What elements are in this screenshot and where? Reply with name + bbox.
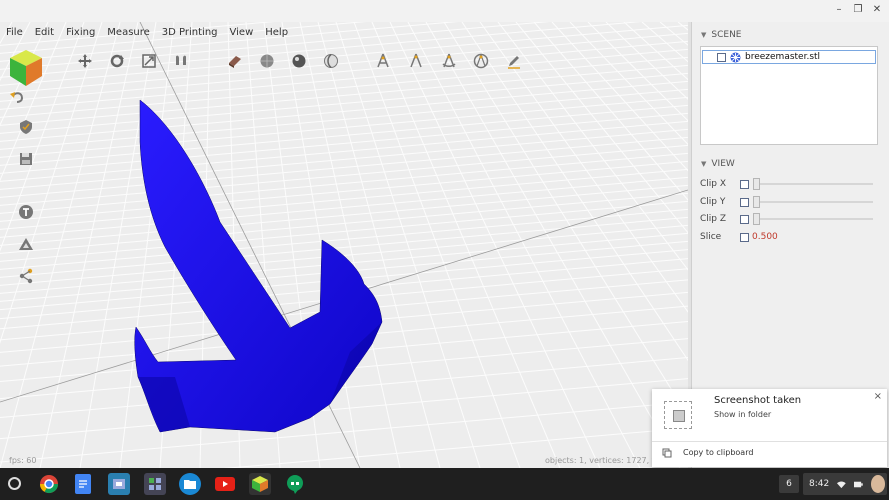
notification-divider [652, 441, 887, 442]
clip-z-label: Clip Z [700, 214, 727, 224]
drive-icon[interactable] [17, 235, 35, 253]
smooth-sphere-icon[interactable] [290, 52, 308, 70]
window-titlebar: – ❐ ✕ [0, 0, 889, 22]
scene-header[interactable]: ▼ SCENE [701, 30, 742, 40]
text-tool-icon[interactable] [17, 203, 35, 221]
chrome-icon[interactable] [38, 473, 60, 495]
rotate-icon[interactable] [108, 52, 126, 70]
menu-3d-printing[interactable]: 3D Printing [156, 24, 224, 42]
view-header[interactable]: ▼ VIEW [701, 159, 735, 169]
measure-radius-icon[interactable] [472, 52, 490, 70]
clip-y-label: Clip Y [700, 197, 726, 207]
mesh-object-icon [730, 52, 741, 62]
clip-y-slider-track[interactable] [758, 201, 873, 203]
wifi-icon [837, 481, 846, 488]
hangouts-icon[interactable] [284, 473, 306, 495]
scene-stats: objects: 1, vertices: 1727, face [545, 456, 669, 465]
slice-value[interactable]: 0.500 [752, 232, 778, 242]
system-tray[interactable]: 8:42 [803, 473, 887, 495]
scene-list: breezemaster.stl [700, 46, 878, 145]
webstore-icon[interactable] [108, 473, 130, 495]
menubar: File Edit Fixing Measure 3D Printing Vie… [0, 24, 294, 42]
files-icon[interactable] [179, 473, 201, 495]
model-breezemaster[interactable] [0, 22, 688, 468]
clip-x-label: Clip X [700, 179, 727, 189]
show-in-folder-link[interactable]: Show in folder [714, 410, 771, 419]
menu-view[interactable]: View [224, 24, 260, 42]
3d-viewport[interactable] [0, 22, 688, 468]
measure-compass-icon[interactable] [440, 52, 458, 70]
slice-label: Slice [700, 232, 722, 242]
mirror-icon[interactable] [172, 52, 190, 70]
scene-item-breezemaster[interactable]: breezemaster.stl [702, 50, 876, 64]
scale-icon[interactable] [140, 52, 158, 70]
slice-row: Slice 0.500 [700, 230, 778, 244]
calculator-icon[interactable] [144, 473, 166, 495]
menu-help[interactable]: Help [259, 24, 294, 42]
save-icon[interactable] [17, 150, 35, 168]
notification-title: Screenshot taken [714, 395, 802, 406]
battery-icon [853, 481, 863, 487]
screenshot-notification[interactable]: Screenshot taken Show in folder × Copy t… [652, 389, 887, 467]
notification-count-badge[interactable]: 6 [779, 475, 799, 493]
collapse-triangle-icon: ▼ [701, 31, 707, 39]
wireframe-sphere-icon[interactable] [322, 52, 340, 70]
clip-y-row: Clip Y [700, 195, 878, 209]
collapse-triangle-icon: ▼ [701, 160, 707, 168]
clip-y-slider-handle[interactable] [753, 196, 760, 208]
fps-counter: fps: 60 [9, 456, 37, 465]
clip-z-slider-handle[interactable] [753, 213, 760, 225]
launcher-icon[interactable] [8, 477, 21, 490]
view-cube-icon[interactable] [8, 48, 44, 88]
screenshot-thumbnail-icon [664, 401, 692, 429]
clip-x-slider-handle[interactable] [753, 178, 760, 190]
menu-measure[interactable]: Measure [101, 24, 156, 42]
copy-to-clipboard-button[interactable]: Copy to clipboard [683, 448, 753, 457]
mesh-sphere-icon[interactable] [258, 52, 276, 70]
notification-close-button[interactable]: × [874, 391, 882, 402]
menu-edit[interactable]: Edit [29, 24, 60, 42]
menu-fixing[interactable]: Fixing [60, 24, 101, 42]
clip-y-checkbox[interactable] [740, 197, 749, 207]
move-icon[interactable] [76, 52, 94, 70]
visibility-checkbox[interactable] [717, 52, 726, 62]
avatar [870, 475, 885, 493]
shield-icon[interactable] [17, 118, 35, 136]
maximize-button[interactable]: ❐ [851, 4, 865, 15]
clip-x-row: Clip X [700, 177, 878, 191]
measure-angle-icon[interactable] [407, 52, 425, 70]
clip-x-slider-track[interactable] [758, 183, 873, 185]
copy-icon [662, 448, 672, 458]
scene-item-label: breezemaster.stl [745, 52, 821, 62]
measure-distance-icon[interactable] [374, 52, 392, 70]
docs-icon[interactable] [72, 473, 94, 495]
3d-app-icon[interactable] [249, 473, 271, 495]
clock: 8:42 [809, 479, 830, 489]
annotate-pen-icon[interactable] [505, 52, 523, 70]
clip-z-slider-track[interactable] [758, 218, 873, 220]
taskbar: 6 8:42 [0, 468, 889, 500]
youtube-icon[interactable] [214, 473, 236, 495]
clip-z-row: Clip Z [700, 212, 878, 226]
clip-x-checkbox[interactable] [740, 179, 749, 189]
menu-file[interactable]: File [0, 24, 29, 42]
share-icon[interactable] [17, 267, 35, 285]
minimize-button[interactable]: – [832, 4, 846, 15]
repair-icon[interactable] [226, 52, 244, 70]
clip-z-checkbox[interactable] [740, 214, 749, 224]
slice-checkbox[interactable] [740, 232, 749, 242]
undo-icon[interactable] [8, 88, 26, 106]
close-window-button[interactable]: ✕ [870, 4, 884, 15]
